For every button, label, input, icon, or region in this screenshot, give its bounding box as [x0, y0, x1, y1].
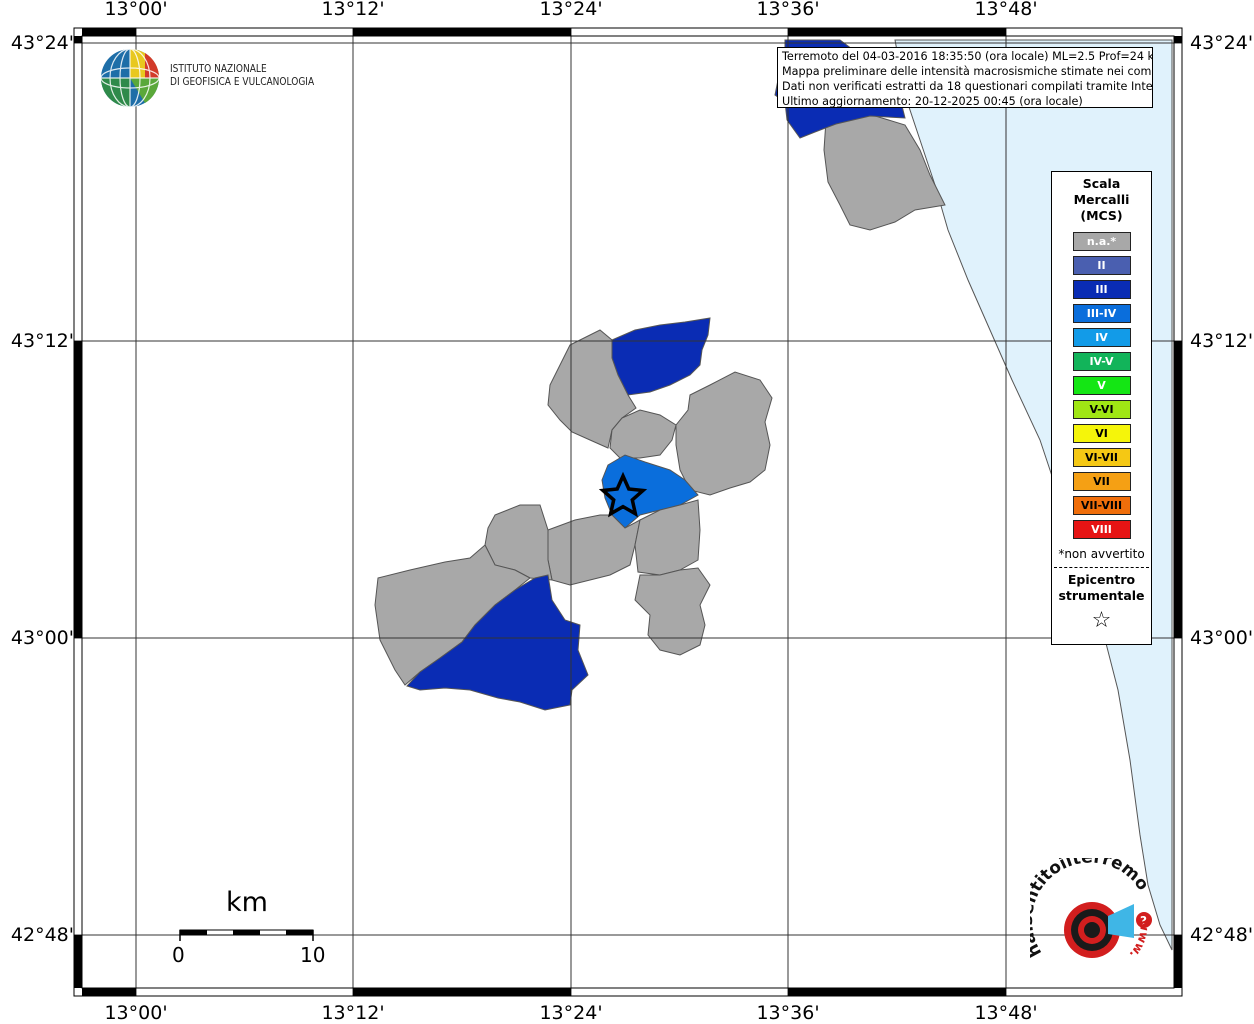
- lon-label-top: 13°12': [321, 0, 385, 20]
- legend-swatch: VI: [1072, 424, 1131, 443]
- legend-swatch: VII-VIII: [1072, 496, 1131, 515]
- event-info-line: Mappa preliminare delle intensità macros…: [782, 65, 1153, 78]
- legend-swatch: III: [1072, 280, 1131, 299]
- lat-label-left: 43°12': [10, 330, 74, 352]
- lat-label-right: 43°00': [1190, 627, 1254, 649]
- globe-icon: [100, 48, 160, 108]
- legend-swatch: V: [1072, 376, 1131, 395]
- lat-label-left: 43°00': [10, 627, 74, 649]
- ingv-name-line1: ISTITUTO NAZIONALE: [170, 62, 267, 75]
- lon-label-bottom: 13°12': [321, 1002, 385, 1024]
- legend-epicenter-label: strumentale: [1058, 588, 1145, 603]
- legend-swatch: IV-V: [1072, 352, 1131, 371]
- scale-start: 0: [172, 943, 185, 967]
- lon-label-top: 13°48': [974, 0, 1038, 20]
- lat-label-right: 43°24': [1190, 32, 1254, 54]
- legend-swatch: III-IV: [1072, 304, 1131, 323]
- lon-label-top: 13°00': [104, 0, 168, 20]
- event-info-line: Ultimo aggiornamento: 20-12-2025 00:45 (…: [782, 95, 1083, 108]
- star-icon: ☆: [1091, 608, 1112, 633]
- scale-unit: km: [226, 887, 268, 918]
- legend-swatch: II: [1072, 256, 1131, 275]
- municipality-iii-central-north: [611, 317, 711, 396]
- legend-note: *non avvertito: [1058, 547, 1145, 561]
- intensity-legend: Scala Mercalli (MCS) n.a.* II III III-IV…: [1051, 171, 1152, 645]
- legend-items: n.a.* II III III-IV IV IV-V V V-VI VI VI…: [1052, 232, 1151, 539]
- lat-label-left: 42°48': [10, 924, 74, 946]
- ingv-logo: ISTITUTO NAZIONALE DI GEOFISICA E VULCAN…: [100, 47, 320, 109]
- legend-swatch: n.a.*: [1072, 232, 1131, 251]
- haisentito-logo[interactable]: ? haisentitoilterremoto.it www.: [1030, 858, 1160, 978]
- lat-label-left: 43°24': [10, 32, 74, 54]
- event-info-line: Dati non verificati estratti da 18 quest…: [782, 80, 1153, 93]
- scale-end: 10: [300, 943, 326, 967]
- municipality-gray: [634, 567, 711, 656]
- legend-swatch: VI-VII: [1072, 448, 1131, 467]
- scale-bar: km 0 10: [170, 885, 330, 975]
- legend-swatch: VII: [1072, 472, 1131, 491]
- lat-label-right: 42°48': [1190, 924, 1254, 946]
- lon-label-top: 13°36': [756, 0, 820, 20]
- legend-swatch: V-VI: [1072, 400, 1131, 419]
- legend-epicenter-label: Epicentro: [1067, 572, 1136, 587]
- legend-title: (MCS): [1080, 208, 1123, 223]
- lat-label-right: 43°12': [1190, 330, 1254, 352]
- event-info-box: Terremoto del 04-03-2016 18:35:50 (ora l…: [777, 47, 1153, 108]
- lon-label-bottom: 13°48': [974, 1002, 1038, 1024]
- municipality-gray: [675, 371, 773, 496]
- lon-label-top: 13°24': [539, 0, 603, 20]
- legend-swatch: VIII: [1072, 520, 1131, 539]
- event-info-line: Terremoto del 04-03-2016 18:35:50 (ora l…: [782, 50, 1153, 63]
- lon-label-bottom: 13°36': [756, 1002, 820, 1024]
- lon-label-bottom: 13°24': [539, 1002, 603, 1024]
- legend-divider: [1054, 567, 1149, 568]
- legend-title: Mercalli: [1073, 192, 1130, 207]
- legend-title: Scala: [1082, 176, 1121, 191]
- lon-label-bottom: 13°00': [104, 1002, 168, 1024]
- ingv-name-line2: DI GEOFISICA E VULCANOLOGIA: [170, 75, 315, 88]
- legend-swatch: IV: [1072, 328, 1131, 347]
